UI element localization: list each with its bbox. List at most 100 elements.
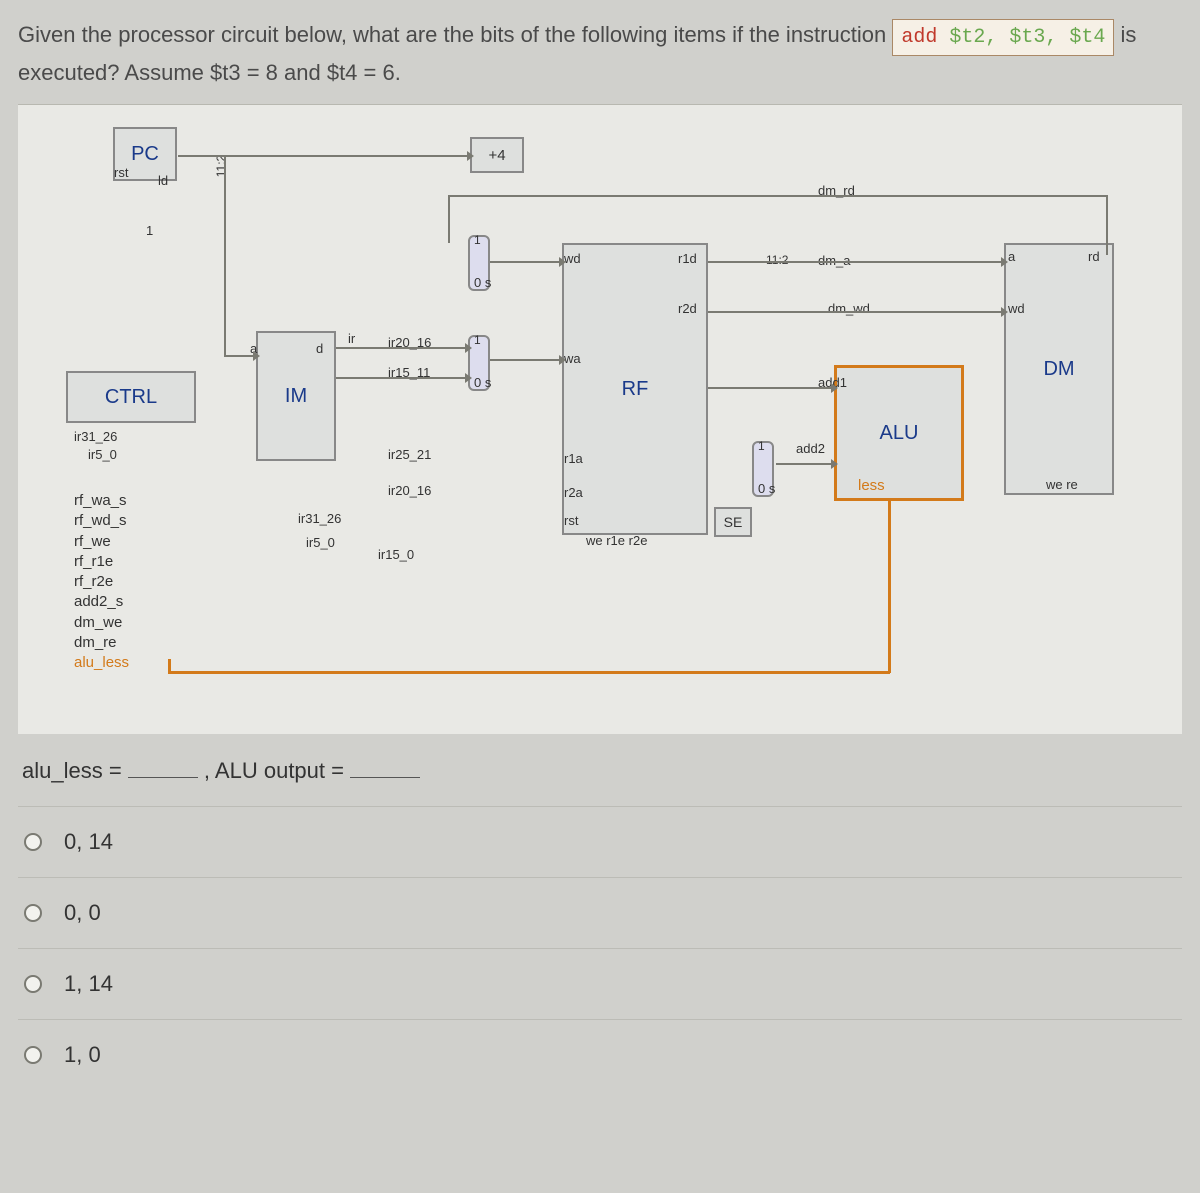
radio-icon	[24, 1046, 42, 1064]
wire-r1d-dm	[708, 261, 1002, 263]
add2-mux-sel0: 0 s	[758, 481, 775, 496]
code-keyword: add	[901, 26, 937, 49]
dm-a2-label: a	[1008, 249, 1015, 264]
ctrl-sig-add2-s: add2_s	[74, 592, 129, 612]
dm-block: DM	[1004, 243, 1114, 495]
alu-block: ALU	[834, 365, 964, 501]
rf-r2d-label: r2d	[678, 301, 697, 316]
dm-label: DM	[1043, 358, 1074, 381]
ir31-26-label: ir31_26	[298, 511, 341, 526]
add2-mux-sel1: 1	[758, 439, 765, 453]
plus4-label: +4	[488, 147, 505, 164]
wire-wa	[490, 359, 560, 361]
question-lead: Given the processor circuit below, what …	[18, 22, 886, 47]
option-0-14[interactable]: 0, 14	[18, 806, 1182, 877]
dm-we-re-label: we re	[1046, 477, 1078, 492]
se-block: SE	[714, 507, 752, 537]
ctrl-label: CTRL	[105, 386, 157, 409]
wd-mux-sel1: 1	[474, 233, 481, 247]
wire-ir15-11	[336, 377, 466, 379]
bits-11-2-label-a: 11:2	[214, 155, 228, 177]
wire-less-down	[888, 501, 891, 673]
ir5-0-label: ir5_0	[306, 535, 335, 550]
alu-less-label: less	[858, 477, 885, 494]
blank-2	[350, 758, 420, 778]
ir20-16b-label: ir20_16	[388, 483, 431, 498]
ctrl-sig-rf-r2e: rf_r2e	[74, 572, 129, 592]
wire-dmrd-left	[448, 195, 450, 243]
wire-add2	[776, 463, 832, 465]
alu-add2-label: add2	[796, 441, 825, 456]
ld-label: ld	[158, 173, 168, 188]
blank-mid: , ALU output =	[204, 758, 350, 783]
wire-pc-down	[224, 155, 226, 355]
im-d-label: d	[316, 341, 323, 356]
option-1-14[interactable]: 1, 14	[18, 948, 1182, 1019]
option-label: 0, 14	[64, 829, 113, 855]
ctrl-signal-list: rf_wa_s rf_wd_s rf_we rf_r1e rf_r2e add2…	[74, 491, 129, 673]
dm-rd2-label: rd	[1088, 249, 1100, 264]
rf-wa-label: wa	[564, 351, 581, 366]
ctrl-ir5-0: ir5_0	[88, 447, 117, 462]
ctrl-ir31-26: ir31_26	[74, 429, 117, 444]
wd-mux-sel0: 0 s	[474, 275, 491, 290]
im-block: IM	[256, 331, 336, 461]
circuit-diagram: PC rst ld 11:2 1 +4 1 0 s 1 0 s IM a d i…	[18, 104, 1182, 734]
wire-less-across	[168, 671, 890, 674]
ctrl-sig-rf-we: rf_we	[74, 532, 129, 552]
rf-r1d-label: r1d	[678, 251, 697, 266]
option-1-0[interactable]: 1, 0	[18, 1019, 1182, 1090]
blank-1	[128, 758, 198, 778]
ctrl-sig-alu-less: alu_less	[74, 653, 129, 673]
wire-pc-plus4	[178, 155, 468, 157]
rf-r1a-label: r1a	[564, 451, 583, 466]
ir15-0-label: ir15_0	[378, 547, 414, 562]
rf-r2a-label: r2a	[564, 485, 583, 500]
radio-icon	[24, 904, 42, 922]
ir25-21-label: ir25_21	[388, 447, 431, 462]
wire-less-up	[168, 659, 171, 673]
plus4-block: +4	[470, 137, 524, 173]
ctrl-sig-dm-re: dm_re	[74, 633, 129, 653]
ir-label: ir	[348, 331, 355, 346]
code-registers: $t2, $t3, $t4	[937, 26, 1105, 49]
option-label: 1, 14	[64, 971, 113, 997]
ctrl-sig-rf-wd-s: rf_wd_s	[74, 511, 129, 531]
option-0-0[interactable]: 0, 0	[18, 877, 1182, 948]
wire-ir20-16	[336, 347, 466, 349]
question-text: Given the processor circuit below, what …	[18, 18, 1182, 90]
ctrl-block: CTRL	[66, 371, 196, 423]
rf-rst-label: rst	[564, 513, 578, 528]
wire-to-im	[224, 355, 254, 357]
ctrl-sig-rf-wa-s: rf_wa_s	[74, 491, 129, 511]
ctrl-sig-dm-we: dm_we	[74, 613, 129, 633]
pc-label: PC	[131, 143, 159, 166]
rf-label: RF	[622, 378, 649, 401]
bits-11-2-label-b: 11:2	[766, 253, 788, 267]
option-label: 1, 0	[64, 1042, 101, 1068]
blank-prefix: alu_less =	[22, 758, 128, 783]
radio-icon	[24, 975, 42, 993]
one-label: 1	[146, 223, 153, 238]
wa-mux-sel1: 1	[474, 333, 481, 347]
wire-r2d-dm	[708, 311, 1002, 313]
ctrl-sig-rf-r1e: rf_r1e	[74, 552, 129, 572]
alu-label: ALU	[880, 422, 919, 445]
rst-label: rst	[114, 165, 128, 180]
wa-mux-sel0: 0 s	[474, 375, 491, 390]
wire-dmrd-top	[448, 195, 1108, 197]
wire-dmrd-right	[1106, 195, 1108, 255]
dm-wd-label: dm_wd	[828, 301, 870, 316]
radio-icon	[24, 833, 42, 851]
instruction-code: add $t2, $t3, $t4	[892, 19, 1114, 56]
dm-wd2-label: wd	[1008, 301, 1025, 316]
se-label: SE	[724, 514, 743, 530]
rf-block: RF	[562, 243, 708, 535]
option-label: 0, 0	[64, 900, 101, 926]
answer-options: 0, 14 0, 0 1, 14 1, 0	[18, 806, 1182, 1090]
fill-in-blank-prompt: alu_less = , ALU output =	[18, 758, 1182, 784]
wire-add1	[708, 387, 832, 389]
im-label: IM	[285, 385, 307, 408]
rf-wd-label: wd	[564, 251, 581, 266]
wire-wd	[490, 261, 560, 263]
